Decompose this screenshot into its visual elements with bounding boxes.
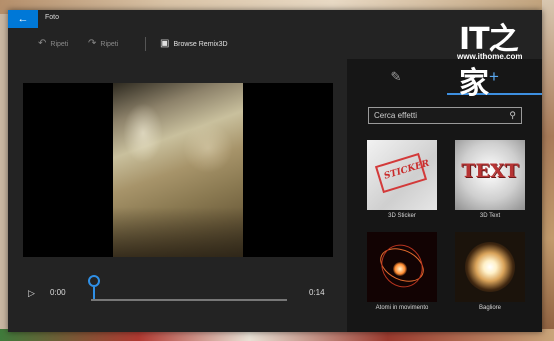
effect-thumbnail — [455, 232, 525, 302]
video-frame — [113, 83, 243, 257]
text-thumb-text: TEXT — [461, 160, 519, 182]
watermark-url: www.ithome.com — [457, 52, 523, 61]
search-placeholder: Cerca effetti — [374, 111, 417, 120]
redo-icon: ↷ — [88, 38, 97, 49]
play-icon: ▷ — [28, 288, 35, 298]
ithome-watermark: IT之家 www.ithome.com — [455, 14, 545, 101]
tab-edit[interactable]: ✎ — [347, 59, 445, 95]
playback-controls: ▷ 0:00 0:14 — [23, 272, 333, 302]
toolbar-divider — [145, 37, 146, 51]
effect-label: 3D Text — [479, 213, 501, 219]
scrubber-handle[interactable] — [88, 275, 100, 287]
pencil-icon: ✎ — [390, 69, 402, 84]
app-title: Foto — [45, 14, 60, 21]
redo-button[interactable]: ↷ Ripeti — [88, 34, 118, 54]
effect-thumbnail — [367, 232, 437, 302]
effect-thumbnail: TEXT — [455, 140, 525, 210]
current-time: 0:00 — [50, 288, 66, 297]
undo-button[interactable]: ↶ Ripeti — [38, 34, 68, 54]
search-effects-input[interactable]: Cerca effetti ⚲ — [368, 107, 522, 124]
scrubber-stem — [93, 287, 95, 299]
browse-remix3d-label: Browse Remix3D — [173, 41, 228, 48]
search-icon: ⚲ — [509, 110, 516, 120]
effect-label: Atomi in movimento — [375, 305, 429, 311]
effect-label: Bagliore — [478, 305, 501, 311]
video-preview — [23, 83, 333, 257]
effect-label: 3D Sticker — [388, 213, 416, 219]
back-arrow-icon: ← — [17, 13, 29, 25]
undo-icon: ↶ — [38, 38, 47, 49]
back-button[interactable]: ← — [8, 10, 38, 28]
remix3d-icon: ▣ — [160, 38, 170, 49]
browse-remix3d-button[interactable]: ▣ Browse Remix3D — [160, 34, 228, 54]
effect-thumbnail: STICKER — [367, 140, 437, 210]
sticker-thumb-text: STICKER — [382, 158, 431, 182]
play-button[interactable]: ▷ — [28, 288, 35, 299]
scrubber-track[interactable] — [91, 299, 287, 301]
undo-label: Ripeti — [50, 41, 69, 48]
redo-label: Ripeti — [100, 41, 119, 48]
duration: 0:14 — [309, 288, 325, 297]
